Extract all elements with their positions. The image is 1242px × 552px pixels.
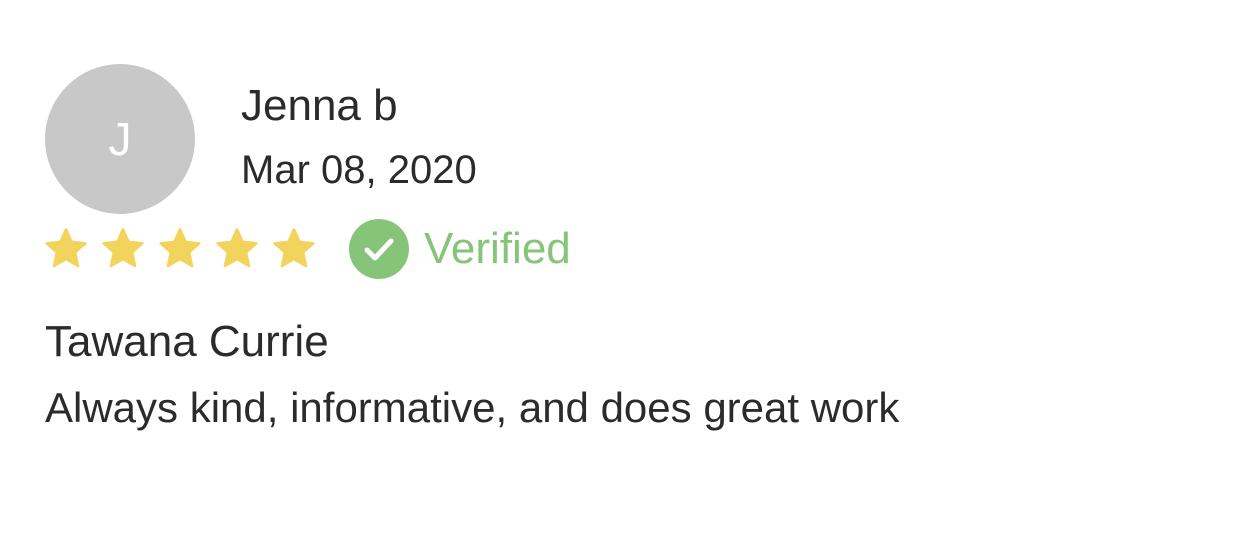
star-icon [216, 228, 258, 268]
avatar-initial: J [108, 113, 132, 165]
review-date: Mar 08, 2020 [241, 148, 477, 192]
star-icon [102, 228, 144, 268]
star-icon [273, 228, 315, 268]
verified-label: Verified [424, 224, 571, 273]
check-circle-icon [349, 219, 409, 279]
star-rating [44, 228, 316, 270]
star-icon [159, 228, 201, 268]
avatar: J [45, 64, 195, 214]
review-card: J Jenna b Mar 08, 2020 Verified Tawana C… [0, 0, 1242, 552]
review-title: Tawana Currie [45, 317, 329, 366]
review-body: Always kind, informative, and does great… [45, 384, 900, 431]
verified-indicator: Verified [349, 219, 571, 279]
star-icon [45, 228, 87, 268]
reviewer-name: Jenna b [241, 81, 398, 130]
rating-row: Verified [44, 218, 571, 280]
